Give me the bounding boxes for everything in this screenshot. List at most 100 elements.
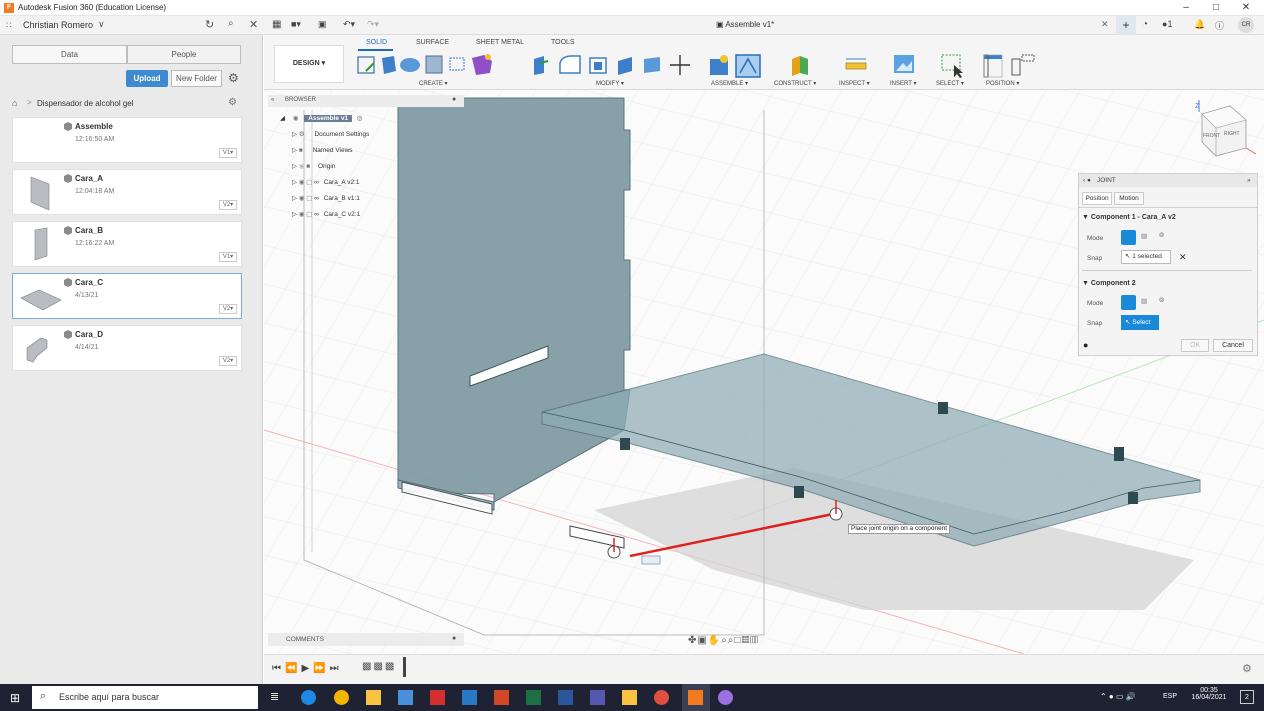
mode-two-faces-icon[interactable]: ⦾: [1159, 297, 1164, 305]
tab-tools[interactable]: TOOLS: [551, 39, 575, 46]
info-icon[interactable]: ●: [1083, 340, 1088, 350]
file-menu-icon[interactable]: ■▾: [291, 19, 301, 30]
mode-two-faces-icon[interactable]: ⦾: [1159, 232, 1164, 240]
undo-icon[interactable]: ↶▾: [343, 19, 355, 30]
tab-surface[interactable]: SURFACE: [416, 39, 449, 46]
fusion-360-icon[interactable]: [688, 690, 703, 705]
version-badge[interactable]: V1▾: [219, 252, 237, 262]
excel-icon[interactable]: [526, 690, 541, 705]
expand-icon[interactable]: ◢: [280, 115, 285, 122]
expand-icon[interactable]: ▷: [292, 131, 297, 138]
go-start-icon[interactable]: ⏮: [272, 663, 285, 674]
browser-pin-icon[interactable]: ●: [452, 96, 456, 103]
position-group-label[interactable]: POSITION ▾: [986, 80, 1019, 87]
tree-row-origin[interactable]: ▷ ◉ ■ Origin: [292, 160, 335, 174]
online-users-icon[interactable]: ●1: [1162, 19, 1172, 29]
clear-selection-icon[interactable]: ✕: [1179, 252, 1187, 263]
timeline-marker[interactable]: [403, 657, 406, 677]
redo-icon[interactable]: ↷▾: [367, 19, 379, 30]
joint-feature-icon[interactable]: ▩: [362, 661, 373, 672]
edge-icon[interactable]: [301, 690, 316, 705]
acrobat-icon[interactable]: [430, 690, 445, 705]
create-tools-icons[interactable]: [356, 53, 506, 79]
close-data-panel-icon[interactable]: ✕: [249, 18, 258, 31]
comments-pin-icon[interactable]: ●: [452, 635, 456, 642]
ok-button[interactable]: OK: [1181, 339, 1209, 352]
store-icon[interactable]: [398, 690, 413, 705]
insert-group-label[interactable]: INSERT ▾: [890, 80, 916, 87]
new-folder-button[interactable]: New Folder: [171, 70, 222, 87]
hidden-eye-icon[interactable]: ◉: [299, 163, 305, 170]
navigation-bar[interactable]: ✤▣✋⌕⌕□▦▥: [688, 635, 759, 646]
list-item-cara-c[interactable]: Cara_C 4/13/21 V2▾: [12, 273, 242, 319]
orbit-icon[interactable]: ✤: [688, 635, 697, 646]
grid-settings-icon[interactable]: ▦: [742, 635, 751, 646]
version-badge[interactable]: V2▾: [219, 200, 237, 210]
user-name[interactable]: Christian Romero: [23, 20, 93, 30]
tray-icons[interactable]: ⌃ ● ▭ 🔊: [1100, 692, 1136, 701]
measure-icon[interactable]: [844, 55, 868, 75]
step-back-icon[interactable]: ⏪: [285, 663, 301, 674]
close-window-button[interactable]: ✕: [1236, 1, 1256, 15]
snap2-select-button[interactable]: ↖ Select: [1121, 315, 1159, 330]
data-panel-grid-icon[interactable]: ▦: [272, 19, 281, 30]
tab-sheet-metal[interactable]: SHEET METAL: [476, 39, 524, 46]
language-indicator[interactable]: ESP: [1163, 693, 1177, 700]
grid-apps-icon[interactable]: ∷: [6, 20, 12, 31]
cara-a-panel[interactable]: [384, 97, 631, 503]
activate-radio-icon[interactable]: ◎: [357, 115, 363, 122]
chrome-icon[interactable]: [334, 690, 349, 705]
app-icon[interactable]: [718, 690, 733, 705]
step-forward-icon[interactable]: ⏩: [313, 663, 329, 674]
display-settings-icon[interactable]: □: [735, 635, 742, 646]
expand-icon[interactable]: ▷: [292, 211, 297, 218]
component1-section[interactable]: ▼ Component 1 - Cara_A v2: [1082, 214, 1176, 221]
breadcrumb[interactable]: Dispensador de alcohol gel: [37, 99, 134, 108]
teams-icon[interactable]: [590, 690, 605, 705]
notification-center-icon[interactable]: 2: [1240, 690, 1254, 704]
joint-snap-dropdown[interactable]: [641, 555, 661, 565]
windows-start-icon[interactable]: ⊞: [10, 691, 20, 705]
joint-dialog-header[interactable]: ‹ ● JOINT »: [1079, 174, 1257, 187]
app-icon[interactable]: [654, 690, 669, 705]
settings-gear-icon[interactable]: ⚙: [228, 71, 239, 85]
viewports-icon[interactable]: ▥: [750, 635, 759, 646]
tree-row-named-views[interactable]: ▷ ■ Named Views: [292, 144, 353, 158]
viewcube-front-label[interactable]: FRONT: [1203, 133, 1220, 139]
refresh-icon[interactable]: ↻: [205, 18, 214, 31]
mode-simple-icon[interactable]: [1121, 230, 1136, 245]
expand-icon[interactable]: ▷: [292, 195, 297, 202]
go-end-icon[interactable]: ⏭: [330, 663, 343, 674]
word-icon[interactable]: [558, 690, 573, 705]
visibility-eye-icon[interactable]: ◉: [293, 115, 299, 122]
tab-motion[interactable]: Motion: [1114, 192, 1144, 205]
snap1-selection[interactable]: ↖ 1 selected: [1121, 250, 1171, 264]
list-item-cara-d[interactable]: Cara_D 4/14/21 V2▾: [12, 325, 242, 371]
version-badge[interactable]: V2▾: [219, 304, 237, 314]
visibility-eye-icon[interactable]: ◉: [299, 195, 305, 202]
job-status-icon[interactable]: ◔: [1142, 19, 1148, 30]
list-item-assemble[interactable]: Assemble 12:16:50 AM V1▾: [12, 117, 242, 163]
assemble-tools-icons[interactable]: [708, 53, 763, 79]
taskbar-search[interactable]: ⌕ Escribe aquí para buscar: [32, 686, 258, 709]
play-icon[interactable]: ▶: [301, 663, 313, 674]
tree-root[interactable]: ◢ ◉ Assemble v1 ◎: [280, 112, 410, 126]
tab-data[interactable]: Data: [12, 45, 127, 64]
modify-group-label[interactable]: MODIFY ▾: [596, 80, 624, 87]
expand-icon[interactable]: ▷: [292, 147, 297, 154]
fit-icon[interactable]: ⌕: [728, 635, 735, 646]
inspect-group-label[interactable]: INSPECT ▾: [839, 80, 870, 87]
tab-people[interactable]: People: [127, 45, 241, 64]
photos-icon[interactable]: [462, 690, 477, 705]
visibility-eye-icon[interactable]: ◉: [299, 211, 305, 218]
tab-position[interactable]: Position: [1082, 192, 1112, 205]
timeline-features[interactable]: ▩▩▩: [362, 661, 396, 672]
version-badge[interactable]: V2▾: [219, 356, 237, 366]
mode-simple-icon[interactable]: [1121, 295, 1136, 310]
search-icon[interactable]: ⌕: [228, 18, 234, 29]
pan-hand-icon[interactable]: ✋: [708, 635, 721, 646]
file-explorer-icon[interactable]: [366, 690, 381, 705]
expand-dialog-icon[interactable]: »: [1247, 177, 1251, 184]
mode-between-icon[interactable]: ▨: [1141, 297, 1147, 305]
select-group-label[interactable]: SELECT ▾: [936, 80, 964, 87]
